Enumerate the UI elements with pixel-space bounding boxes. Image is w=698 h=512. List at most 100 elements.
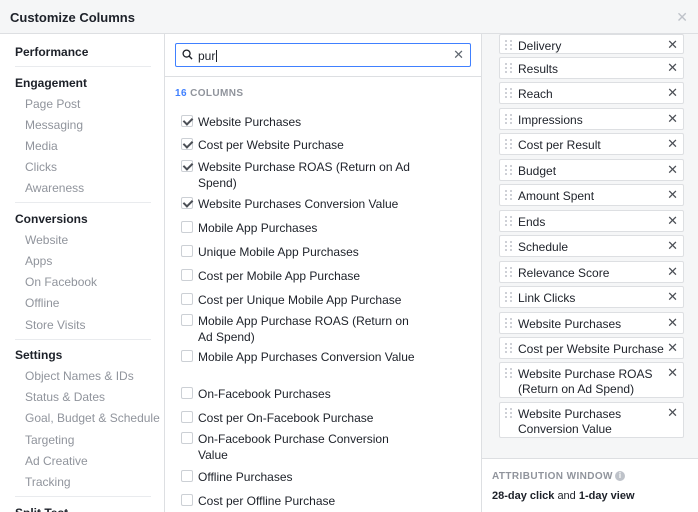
remove-column-icon[interactable]: ✕ [667, 365, 678, 381]
drag-handle-icon[interactable] [505, 292, 513, 304]
drag-handle-icon[interactable] [505, 88, 513, 100]
remove-column-icon[interactable]: ✕ [667, 289, 678, 305]
selected-column-chip[interactable]: Budget ✕ [499, 159, 684, 181]
sidebar-item[interactable]: Apps [25, 254, 52, 268]
drag-handle-icon[interactable] [505, 40, 513, 52]
sidebar-section-title[interactable]: Conversions [15, 212, 88, 226]
sidebar-item[interactable]: Tracking [25, 475, 71, 489]
drag-handle-icon[interactable] [505, 267, 513, 279]
remove-column-icon[interactable]: ✕ [667, 264, 678, 280]
selected-column-chip[interactable]: Cost per Result ✕ [499, 133, 684, 155]
drag-handle-icon[interactable] [505, 190, 513, 202]
remove-column-icon[interactable]: ✕ [667, 162, 678, 178]
drag-handle-icon[interactable] [505, 216, 513, 228]
drag-handle-icon[interactable] [505, 241, 513, 253]
selected-column-label: Relevance Score [518, 266, 610, 280]
remove-column-icon[interactable]: ✕ [667, 37, 678, 53]
checked-checkbox[interactable] [181, 160, 193, 172]
sidebar-section-title[interactable]: Settings [15, 348, 62, 362]
sidebar-section-title[interactable]: Split Test [15, 506, 68, 512]
sidebar-item[interactable]: Offline [25, 296, 59, 310]
remove-column-icon[interactable]: ✕ [667, 238, 678, 254]
sidebar-item[interactable]: Page Post [25, 97, 80, 111]
dialog-title: Customize Columns [10, 10, 135, 25]
drag-handle-icon[interactable] [505, 63, 513, 75]
selected-column-chip[interactable]: Results ✕ [499, 57, 684, 79]
selected-column-chip[interactable]: Website Purchase ROAS (Return on Ad Spen… [499, 362, 684, 398]
selected-column-chip[interactable]: Schedule ✕ [499, 235, 684, 257]
drag-handle-icon[interactable] [505, 114, 513, 126]
close-icon[interactable]: ✕ [676, 9, 688, 26]
selected-column-chip[interactable]: Website Purchases Conversion Value ✕ [499, 402, 684, 438]
selected-column-chip[interactable]: Link Clicks ✕ [499, 286, 684, 308]
unchecked-checkbox[interactable] [181, 245, 193, 257]
selected-column-label: Schedule [518, 240, 569, 254]
unchecked-checkbox[interactable] [181, 387, 193, 399]
unchecked-checkbox[interactable] [181, 269, 193, 281]
remove-column-icon[interactable]: ✕ [667, 111, 678, 127]
sidebar-item[interactable]: On Facebook [25, 275, 97, 289]
unchecked-checkbox[interactable] [181, 494, 193, 506]
unchecked-checkbox[interactable] [181, 470, 193, 482]
remove-column-icon[interactable]: ✕ [667, 315, 678, 331]
info-icon[interactable]: i [615, 471, 625, 481]
sidebar-item[interactable]: Clicks [25, 160, 57, 174]
selected-column-chip[interactable]: Impressions ✕ [499, 108, 684, 130]
attribution-click: 28-day click [492, 490, 555, 502]
checked-checkbox[interactable] [181, 115, 193, 127]
sidebar-item[interactable]: Object Names & IDs [25, 369, 134, 383]
unchecked-checkbox[interactable] [181, 221, 193, 233]
search-value: pur [198, 49, 216, 63]
checked-checkbox[interactable] [181, 197, 193, 209]
remove-column-icon[interactable]: ✕ [667, 405, 678, 421]
results-count-number: 16 [175, 88, 187, 99]
sidebar-item[interactable]: Messaging [25, 118, 83, 132]
unchecked-checkbox[interactable] [181, 432, 193, 444]
selected-column-chip[interactable]: Relevance Score ✕ [499, 261, 684, 283]
sidebar-item[interactable]: Goal, Budget & Schedule [25, 411, 160, 425]
selected-column-chip[interactable]: Reach ✕ [499, 82, 684, 104]
unchecked-checkbox[interactable] [181, 411, 193, 423]
column-option-label: On-Facebook Purchases [198, 387, 331, 401]
selected-column-chip[interactable]: Delivery ✕ [499, 34, 684, 54]
selected-column-chip[interactable]: Cost per Website Purchase ✕ [499, 337, 684, 359]
selected-column-label: Budget [518, 164, 557, 178]
remove-column-icon[interactable]: ✕ [667, 213, 678, 229]
sidebar-item[interactable]: Awareness [25, 181, 84, 195]
column-option-label: Offline Purchases [198, 470, 293, 484]
selected-column-label: Website Purchases Conversion Value [518, 407, 622, 436]
sidebar-section-title[interactable]: Performance [15, 45, 88, 59]
remove-column-icon[interactable]: ✕ [667, 136, 678, 152]
drag-handle-icon[interactable] [505, 343, 513, 355]
search-input[interactable]: pur ✕ [175, 43, 471, 67]
selected-column-label: Delivery [518, 39, 562, 53]
remove-column-icon[interactable]: ✕ [667, 187, 678, 203]
sidebar-item[interactable]: Status & Dates [25, 390, 105, 404]
sidebar-item[interactable]: Targeting [25, 433, 74, 447]
unchecked-checkbox[interactable] [181, 293, 193, 305]
drag-handle-icon[interactable] [505, 139, 513, 151]
remove-column-icon[interactable]: ✕ [667, 60, 678, 76]
column-option-label: Website Purchase ROAS (Return on Ad Spen… [198, 160, 410, 190]
selected-column-chip[interactable]: Amount Spent ✕ [499, 184, 684, 206]
unchecked-checkbox[interactable] [181, 350, 193, 362]
drag-handle-icon[interactable] [505, 318, 513, 330]
sidebar-item[interactable]: Website [25, 233, 68, 247]
drag-handle-icon[interactable] [505, 165, 513, 177]
checked-checkbox[interactable] [181, 138, 193, 150]
sidebar-section-title[interactable]: Engagement [15, 76, 87, 90]
clear-search-icon[interactable]: ✕ [453, 47, 464, 63]
drag-handle-icon[interactable] [505, 368, 513, 380]
remove-column-icon[interactable]: ✕ [667, 340, 678, 356]
attribution-value[interactable]: 28-day click and 1-day view [492, 490, 635, 502]
selected-column-label: Impressions [518, 113, 583, 127]
selected-column-chip[interactable]: Website Purchases ✕ [499, 312, 684, 334]
selected-column-chip[interactable]: Ends ✕ [499, 210, 684, 232]
remove-column-icon[interactable]: ✕ [667, 85, 678, 101]
unchecked-checkbox[interactable] [181, 314, 193, 326]
sidebar-item[interactable]: Store Visits [25, 318, 85, 332]
drag-handle-icon[interactable] [505, 408, 513, 420]
sidebar-item[interactable]: Media [25, 139, 58, 153]
sidebar-item[interactable]: Ad Creative [25, 454, 88, 468]
selected-column-label: Cost per Result [518, 138, 601, 152]
